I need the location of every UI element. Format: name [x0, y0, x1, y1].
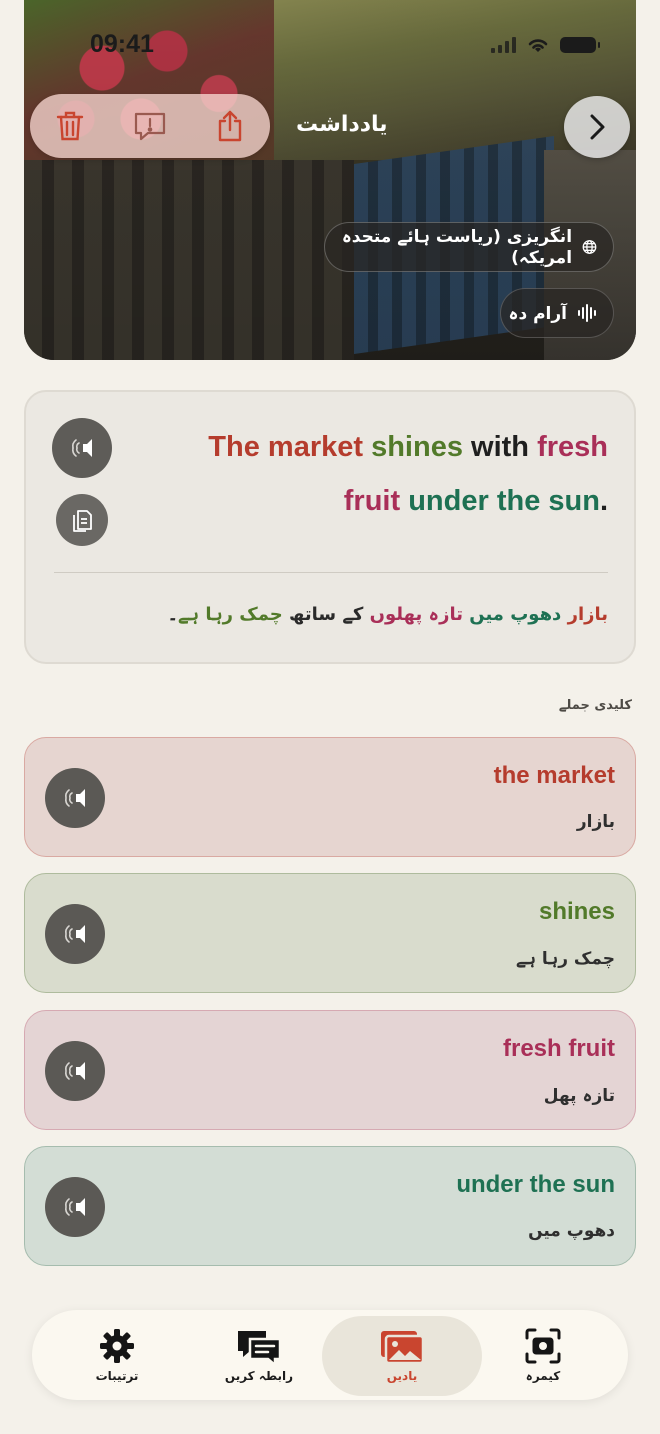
phrase-english: fresh fruit	[502, 1035, 615, 1062]
tab-bar: ترتیبات رابطہ کریں یادیں کیمرہ	[32, 1310, 628, 1400]
app-screen: 09:41 یادداشت انگریزی (ریاست ہائے متحدہ …	[0, 0, 660, 1434]
key-phrases-label: کلیدی جملے	[558, 698, 632, 713]
chat-icon	[238, 1331, 282, 1365]
sentence-word: کے ساتھ	[282, 604, 370, 625]
waveform-icon	[578, 304, 596, 322]
sentence-urdu: بازار دھوپ میں تازہ پھلوں کے ساتھ چمک رہ…	[167, 604, 608, 625]
voice-label: آرام دہ	[508, 303, 567, 324]
phrase-urdu: بازار	[576, 812, 615, 832]
sentence-word: ۔	[167, 604, 178, 625]
phrase-card[interactable]: under the sun دھوپ میں	[24, 1146, 636, 1266]
camera-icon	[525, 1328, 561, 1364]
status-time: 09:41	[90, 30, 154, 58]
divider	[54, 572, 608, 573]
phrase-card[interactable]: the market بازار	[24, 737, 636, 857]
chevron-right-icon	[590, 114, 605, 140]
play-sentence-button[interactable]	[52, 418, 112, 478]
globe-icon	[582, 240, 597, 254]
phrase-card[interactable]: fresh fruit تازہ پھل	[24, 1010, 636, 1130]
sentence-word: under the sun	[408, 485, 600, 517]
sentence-word: The market	[208, 431, 364, 463]
sentence-word: shines	[371, 431, 463, 463]
phrase-urdu: دھوپ میں	[528, 1221, 615, 1241]
speaker-icon	[65, 1062, 85, 1080]
cellular-signal-icon	[491, 37, 516, 53]
voice-selector[interactable]: آرام دہ	[500, 288, 614, 338]
play-phrase-button[interactable]	[45, 1041, 105, 1101]
gear-icon	[100, 1329, 134, 1363]
tab-label: یادیں	[386, 1369, 418, 1383]
trash-icon[interactable]	[50, 106, 90, 146]
note-actions	[30, 94, 270, 158]
tab-label: رابطہ کریں	[224, 1369, 294, 1383]
speaker-icon	[72, 439, 92, 457]
tab-settings[interactable]: ترتیبات	[42, 1310, 192, 1400]
copy-icon	[73, 510, 92, 532]
phrase-urdu: چمک رہا ہے	[516, 949, 615, 969]
sentence-word: دھوپ میں	[462, 604, 568, 625]
sentence-card: The market shines with fresh fruit under…	[24, 390, 636, 664]
sentence-english: The market shines with fresh fruit under…	[168, 420, 608, 528]
sentence-word: تازہ پھلوں	[369, 604, 463, 625]
phrase-english: shines	[538, 898, 615, 925]
tab-contact[interactable]: رابطہ کریں	[184, 1310, 334, 1400]
share-icon[interactable]	[210, 106, 250, 146]
tab-label: ترتیبات	[95, 1369, 139, 1383]
phrase-english: under the sun	[456, 1171, 615, 1198]
sentence-word	[363, 431, 371, 463]
sentence-word: .	[599, 485, 608, 517]
sentence-word	[400, 485, 408, 517]
phrase-english: the market	[493, 762, 615, 789]
photos-icon	[381, 1331, 425, 1365]
language-label: انگریزی (ریاست ہائے متحدہ امریکہ)	[341, 227, 573, 268]
language-selector[interactable]: انگریزی (ریاست ہائے متحدہ امریکہ)	[324, 222, 614, 272]
speaker-icon	[65, 925, 85, 943]
next-button[interactable]	[564, 96, 630, 158]
page-title: یادداشت	[296, 112, 388, 137]
phrase-urdu: تازہ پھل	[543, 1086, 615, 1106]
tab-memories[interactable]: یادیں	[322, 1316, 482, 1396]
phrase-card[interactable]: shines چمک رہا ہے	[24, 873, 636, 993]
play-phrase-button[interactable]	[45, 904, 105, 964]
status-icons	[491, 36, 600, 54]
battery-icon	[560, 37, 600, 53]
report-icon[interactable]	[130, 106, 170, 146]
sentence-word: بازار	[567, 604, 608, 625]
tab-camera[interactable]: کیمرہ	[468, 1310, 618, 1400]
speaker-icon	[65, 1198, 85, 1216]
play-phrase-button[interactable]	[45, 768, 105, 828]
play-phrase-button[interactable]	[45, 1177, 105, 1237]
tab-label: کیمرہ	[525, 1369, 561, 1383]
speaker-icon	[65, 789, 85, 807]
wifi-icon	[528, 39, 548, 52]
sentence-word: with	[462, 431, 538, 463]
sentence-word: چمک رہا ہے	[178, 604, 283, 625]
copy-button[interactable]	[56, 494, 108, 546]
